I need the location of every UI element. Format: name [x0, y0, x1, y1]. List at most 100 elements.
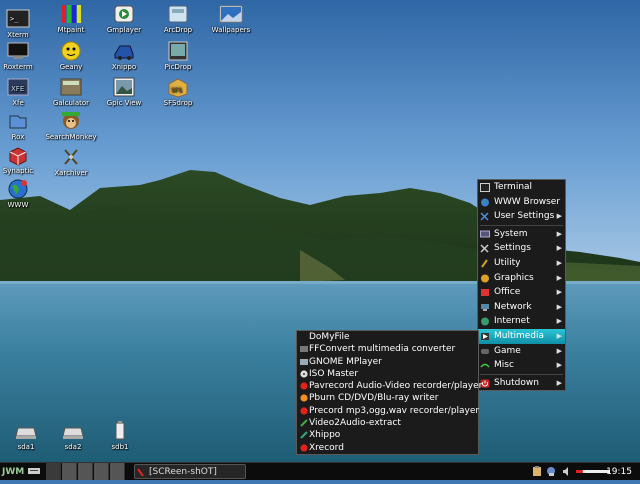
desktop-icon-roxterm[interactable]: Roxterm [0, 40, 46, 71]
desktop-icon-www[interactable]: WWW [0, 178, 46, 209]
drive-icon [14, 420, 38, 442]
menu-item-label: FFConvert multimedia converter [309, 344, 456, 355]
desktop-icon-mtpaint[interactable]: Mtpaint [43, 3, 99, 34]
menu-item-shutdown[interactable]: Shutdown ▶ [478, 376, 565, 391]
picture-drop-icon [166, 40, 190, 62]
main-menu: Terminal WWW Browser User Settings ▶ Sys… [477, 179, 566, 392]
desktop-icon-arcdrop[interactable]: ArcDrop [150, 3, 206, 34]
submenu-item-domyfile[interactable]: DoMyFile [297, 331, 478, 343]
submenu-item-xhippo[interactable]: Xhippo [297, 429, 478, 441]
workspace-3[interactable] [78, 463, 93, 480]
menu-item-multimedia[interactable]: Multimedia ▶ [478, 328, 565, 344]
desktop-icon-geany[interactable]: Geany [43, 40, 99, 71]
menu-item-label: GNOME MPlayer [309, 356, 382, 367]
svg-text:SFS: SFS [171, 87, 182, 94]
workspace-5[interactable] [110, 463, 125, 480]
start-menu-button[interactable]: JWM [2, 464, 24, 480]
desktop-icon-label: ArcDrop [163, 26, 193, 34]
menu-item-label: System [494, 228, 528, 239]
record-icon [300, 407, 308, 415]
wallpaper-icon [219, 3, 243, 25]
workspace-4[interactable] [94, 463, 109, 480]
workspace-1[interactable] [46, 463, 61, 480]
desktop-icon-gpicview[interactable]: Gpic View [96, 76, 152, 107]
submenu-arrow-icon: ▶ [556, 378, 562, 387]
menu-item-office[interactable]: Office ▶ [478, 285, 565, 300]
desktop-icon-sfsdrop[interactable]: SFS SFSdrop [150, 76, 206, 107]
menu-item-label: Precord mp3,ogg,wav recorder/player [309, 405, 480, 416]
clock[interactable]: 19:15 [606, 464, 632, 480]
submenu-item-iso-master[interactable]: ISO Master [297, 368, 478, 380]
menu-item-label: DoMyFile [309, 332, 350, 342]
submenu-item-pavrecord[interactable]: Pavrecord Audio-Video recorder/player [297, 380, 482, 392]
submenu-item-ffconvert[interactable]: FFConvert multimedia converter [297, 343, 478, 355]
submenu-item-video2audio[interactable]: Video2Audio-extract [297, 417, 478, 429]
menu-item-network[interactable]: Network ▶ [478, 300, 565, 315]
desktop-icon-xarchiver[interactable]: Xarchiver [43, 146, 99, 177]
menu-item-game[interactable]: Game ▶ [478, 344, 565, 359]
rox-icon [6, 110, 30, 132]
desktop-icon-label: sdb1 [111, 443, 129, 451]
menu-item-label: Utility [494, 257, 521, 268]
misc-icon [480, 361, 490, 370]
submenu-item-precord[interactable]: Precord mp3,ogg,wav recorder/player [297, 405, 480, 417]
desktop-icon-synaptic[interactable]: Synaptic [0, 144, 46, 175]
desktop-icon-label: sda2 [64, 443, 82, 451]
menu-item-system[interactable]: System ▶ [478, 227, 565, 242]
terminal-icon [480, 183, 490, 192]
submenu-arrow-icon: ▶ [556, 273, 562, 282]
menu-item-label: Xrecord [309, 442, 344, 453]
menu-item-terminal[interactable]: Terminal [478, 180, 565, 195]
geany-icon [59, 40, 83, 62]
volume-icon[interactable] [562, 466, 572, 477]
submenu-arrow-icon: ▶ [556, 229, 562, 238]
desktop-icon-xfe[interactable]: XFE Xfe [0, 76, 46, 107]
xhippo-icon [300, 431, 308, 440]
submenu-item-pburn[interactable]: Pburn CD/DVD/Blu-ray writer [297, 392, 478, 404]
menu-item-label: Xhippo [309, 430, 341, 441]
package-icon [6, 144, 30, 166]
submenu-arrow-icon: ▶ [556, 258, 562, 267]
tools-icon [480, 212, 490, 221]
task-label: [SCReen-shOT] [149, 467, 217, 477]
menu-item-www-browser[interactable]: WWW Browser [478, 195, 565, 210]
network-tray-icon[interactable] [546, 466, 556, 477]
volume-slider[interactable] [576, 470, 610, 473]
menu-separator [480, 373, 563, 375]
submenu-item-xrecord[interactable]: Xrecord [297, 442, 478, 454]
sfs-drop-icon: SFS [166, 76, 190, 98]
desktop-icon-searchmonkey[interactable]: SearchMonkey [43, 110, 99, 141]
record-icon [300, 382, 308, 390]
desktop-icon-galculator[interactable]: Galculator [43, 76, 99, 107]
desktop-icon-xnippo[interactable]: Xnippo [96, 40, 152, 71]
menu-item-label: Shutdown [494, 377, 539, 388]
desktop-icon-picdrop[interactable]: PicDrop [150, 40, 206, 71]
drive-icon [61, 420, 85, 442]
menu-item-settings[interactable]: Settings ▶ [478, 241, 565, 256]
menu-item-misc[interactable]: Misc ▶ [478, 358, 565, 373]
search-monkey-icon [59, 110, 83, 132]
desktop-icon-rox[interactable]: Rox [0, 110, 46, 141]
desktop-icon-label: Xterm [7, 31, 29, 39]
utility-icon [480, 259, 490, 268]
keyboard-icon[interactable] [27, 464, 41, 480]
taskbar-task-screenshot[interactable]: [SCReen-shOT] [134, 464, 246, 479]
desktop-icon-xterm[interactable]: >_ Xterm [0, 8, 46, 39]
workspace-2[interactable] [62, 463, 77, 480]
menu-item-user-settings[interactable]: User Settings ▶ [478, 209, 565, 224]
image-viewer-icon [112, 76, 136, 98]
menu-item-label: User Settings [494, 211, 555, 222]
submenu-item-gnome-mplayer[interactable]: GNOME MPlayer [297, 356, 478, 368]
desktop-icon-label: Mtpaint [57, 26, 85, 34]
network-icon [480, 303, 490, 312]
clipboard-icon[interactable] [532, 466, 542, 477]
menu-item-graphics[interactable]: Graphics ▶ [478, 271, 565, 286]
menu-item-utility[interactable]: Utility ▶ [478, 256, 565, 271]
desktop-icon-wallpapers[interactable]: Wallpapers [203, 3, 259, 34]
desktop-icon-label: Wallpapers [211, 26, 251, 34]
desktop-icon-label: SearchMonkey [45, 133, 97, 141]
desktop-icon-label: Xfe [12, 99, 24, 107]
desktop-icon-gmplayer[interactable]: Gmplayer [96, 3, 152, 34]
menu-item-internet[interactable]: Internet ▶ [478, 314, 565, 329]
drive-icon-sdb1[interactable]: sdb1 [92, 420, 148, 451]
